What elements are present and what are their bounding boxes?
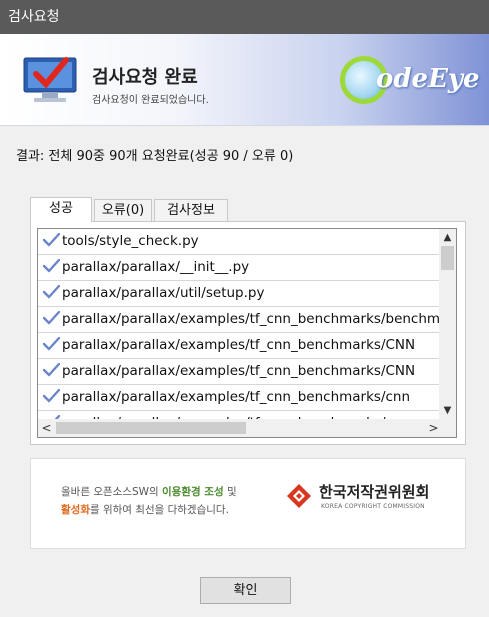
- check-icon: [43, 259, 60, 273]
- file-path: parallax/parallax/examples/tf_cnn_benchm…: [62, 389, 411, 405]
- file-list-item[interactable]: tools/style_check.py: [38, 229, 442, 255]
- check-icon: [43, 233, 60, 247]
- kca-name: 한국저작권위원회: [319, 483, 430, 501]
- banner-line2-highlight: 활성화: [61, 504, 90, 516]
- check-icon: [43, 337, 60, 351]
- copyright-banner: 올바른 오픈소스SW의 이용환경 조성 및 활성화를 위하여 최선을 다하겠습니…: [30, 458, 466, 549]
- ok-button[interactable]: 확인: [200, 577, 291, 604]
- kca-name-en: KOREA COPYRIGHT COMMISSION: [321, 503, 425, 510]
- codeeye-logo-text: odeEye: [376, 64, 480, 94]
- file-path: tools/style_check.py: [62, 233, 199, 249]
- check-icon: [43, 389, 60, 403]
- tab-inspection-info[interactable]: 검사정보: [154, 199, 228, 221]
- file-list[interactable]: tools/style_check.py parallax/parallax/__…: [37, 228, 457, 438]
- tab-errors[interactable]: 오류(0): [94, 199, 152, 221]
- vertical-scroll-thumb[interactable]: [441, 246, 454, 270]
- file-list-rows: tools/style_check.py parallax/parallax/__…: [38, 229, 442, 419]
- check-icon: [43, 363, 60, 377]
- file-list-item[interactable]: parallax/parallax/examples/tf_cnn_benchm…: [38, 385, 442, 411]
- horizontal-scroll-thumb[interactable]: [56, 422, 246, 434]
- vertical-scrollbar[interactable]: ▲ ▼: [439, 229, 456, 419]
- banner-line1-highlight: 이용환경 조성: [162, 486, 224, 498]
- header-banner: 검사요청 완료 검사요청이 완료되었습니다. odeEye: [0, 34, 489, 126]
- check-icon: [43, 285, 60, 299]
- file-path: parallax/parallax/examples/tf_cnn_benchm…: [62, 311, 442, 327]
- scroll-up-arrow[interactable]: ▲: [439, 229, 456, 246]
- file-path: parallax/parallax/__init__.py: [62, 259, 250, 275]
- file-path: parallax/parallax/examples/tf_cnn_benchm…: [62, 337, 416, 353]
- file-list-item[interactable]: parallax/parallax/__init__.py: [38, 255, 442, 281]
- window-title: 검사요청: [0, 0, 489, 34]
- kca-logo-icon: [287, 484, 311, 508]
- header-title: 검사요청 완료: [92, 67, 198, 88]
- banner-text: 올바른 오픈소스SW의 이용환경 조성 및 활성화를 위하여 최선을 다하겠습니…: [61, 483, 237, 519]
- file-path: parallax/parallax/examples/tf_cnn_benchm…: [62, 363, 416, 379]
- file-list-item[interactable]: parallax/parallax/examples/tf_cnn_benchm…: [38, 411, 442, 419]
- banner-line1-post: 및: [223, 486, 237, 498]
- scrollbar-corner: [439, 419, 456, 437]
- tab-panel: tools/style_check.py parallax/parallax/__…: [30, 221, 466, 445]
- codeeye-logo: odeEye: [340, 54, 480, 106]
- file-list-item[interactable]: parallax/parallax/util/setup.py: [38, 281, 442, 307]
- monitor-check-icon: [23, 57, 77, 102]
- horizontal-scrollbar[interactable]: < >: [38, 419, 442, 437]
- banner-line1-pre: 올바른 오픈소스SW의: [61, 486, 163, 498]
- scroll-down-arrow[interactable]: ▼: [439, 402, 456, 419]
- file-list-item[interactable]: parallax/parallax/examples/tf_cnn_benchm…: [38, 333, 442, 359]
- check-icon: [43, 311, 60, 325]
- header-subtitle: 검사요청이 완료되었습니다.: [92, 95, 209, 106]
- file-path: parallax/parallax/util/setup.py: [62, 285, 265, 301]
- banner-line2-post: 를 위하여 최선을 다하겠습니다.: [89, 504, 229, 516]
- result-summary: 결과: 전체 90중 90개 요청완료(성공 90 / 오류 0): [16, 149, 294, 164]
- file-list-item[interactable]: parallax/parallax/examples/tf_cnn_benchm…: [38, 359, 442, 385]
- file-list-item[interactable]: parallax/parallax/examples/tf_cnn_benchm…: [38, 307, 442, 333]
- scroll-left-arrow[interactable]: <: [38, 419, 55, 437]
- tab-success[interactable]: 성공: [30, 197, 92, 222]
